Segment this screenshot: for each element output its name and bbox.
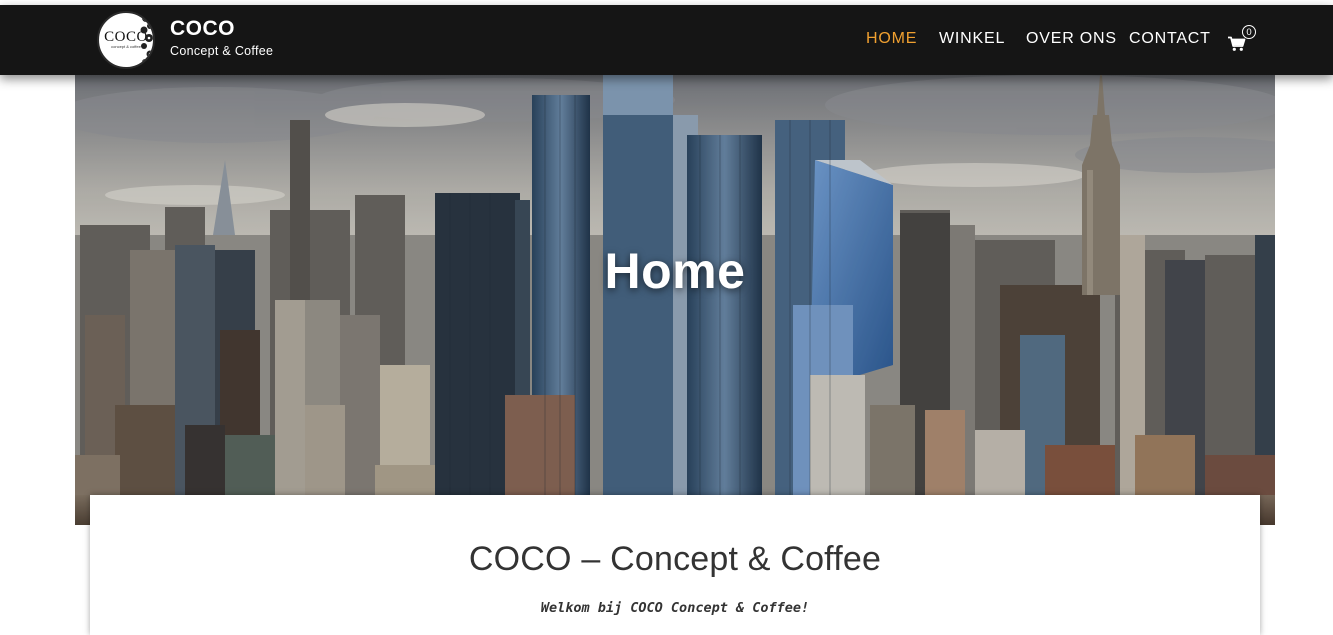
content-card: COCO – Concept & Coffee Welkom bij COCO … — [90, 495, 1260, 635]
content-title: COCO – Concept & Coffee — [468, 540, 882, 578]
nav-contact[interactable]: CONTACT — [1129, 30, 1211, 48]
hero-title: Home — [604, 243, 746, 299]
nav-winkel[interactable]: WINKEL — [939, 30, 1005, 48]
welcome-text: Welkom bij COCO Concept & Coffee! — [540, 600, 810, 616]
cart-button[interactable]: 0 — [1228, 25, 1262, 55]
hero-banner: Home — [75, 75, 1275, 525]
site-title[interactable]: COCO — [170, 17, 235, 41]
nav-home[interactable]: HOME — [866, 30, 917, 48]
navbar: COCO concept & coffee COCO Concept & Cof… — [0, 5, 1333, 75]
site-tagline: Concept & Coffee — [170, 44, 274, 58]
city-skyline-image — [75, 75, 1275, 525]
nav-over-ons[interactable]: OVER ONS — [1026, 30, 1117, 48]
shopping-cart-icon — [1228, 36, 1246, 51]
flower-icon — [140, 14, 153, 67]
cart-count-badge: 0 — [1242, 25, 1256, 39]
logo[interactable]: COCO concept & coffee — [97, 11, 155, 69]
